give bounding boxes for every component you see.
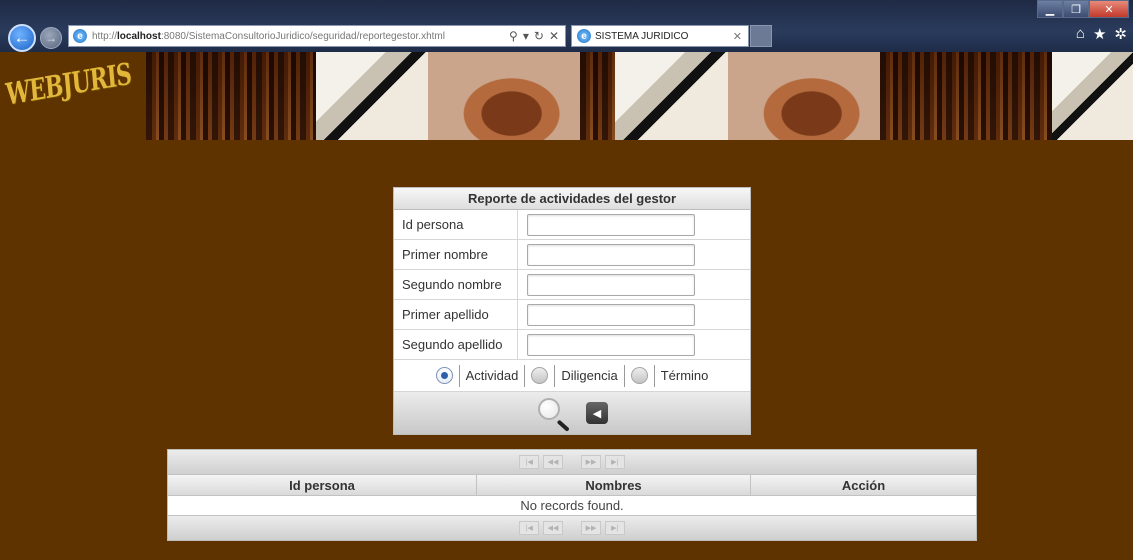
top-paginator: |◀ ◀◀ ▶▶ ▶| — [168, 450, 976, 474]
last-page-button[interactable]: ▶| — [605, 521, 625, 535]
tab-title: SISTEMA JURIDICO — [595, 30, 689, 42]
banner-image-pen — [615, 52, 728, 140]
last-page-button[interactable]: ▶| — [605, 455, 625, 469]
first-page-button[interactable]: |◀ — [519, 455, 539, 469]
form-row: Segundo nombre — [394, 270, 750, 300]
radio-label-termino: Término — [660, 368, 709, 383]
form-actions: ◀ — [394, 392, 750, 434]
banner-image-books — [146, 52, 316, 140]
favorites-star-icon[interactable]: ★ — [1093, 25, 1106, 43]
next-page-button[interactable]: ▶▶ — [581, 521, 601, 535]
minimize-icon[interactable]: ▁ — [1037, 0, 1063, 18]
ie-tab-icon: e — [577, 29, 591, 43]
id-persona-input[interactable] — [527, 213, 695, 236]
column-header-nombres[interactable]: Nombres — [477, 475, 751, 495]
tools-gear-icon[interactable]: ✲ — [1114, 25, 1127, 43]
magnifier-icon — [538, 398, 560, 420]
next-page-button[interactable]: ▶▶ — [581, 455, 601, 469]
close-window-icon[interactable]: ✕ — [1089, 0, 1129, 18]
field-label: Primer apellido — [394, 300, 518, 329]
table-header: Id persona Nombres Acción — [168, 474, 976, 496]
primer-nombre-input[interactable] — [527, 243, 695, 266]
empty-message: No records found. — [168, 496, 976, 516]
field-label: Primer nombre — [394, 240, 518, 269]
form-row: Id persona — [394, 210, 750, 240]
field-label: Segundo apellido — [394, 330, 518, 359]
banner-image-gavel — [728, 52, 880, 140]
window-controls: ▁ ❐ ✕ — [1037, 0, 1129, 20]
first-page-button[interactable]: |◀ — [519, 521, 539, 535]
results-datatable: |◀ ◀◀ ▶▶ ▶| Id persona Nombres Acción No… — [167, 449, 977, 541]
primer-apellido-input[interactable] — [527, 303, 695, 326]
restore-icon[interactable]: ❐ — [1063, 0, 1089, 18]
segundo-nombre-input[interactable] — [527, 273, 695, 296]
radio-actividad[interactable] — [435, 367, 453, 384]
browser-chrome: ▁ ❐ ✕ ← → e http://localhost:8080/Sistem… — [0, 0, 1133, 52]
radio-diligencia[interactable] — [531, 367, 549, 384]
prev-page-button[interactable]: ◀◀ — [543, 521, 563, 535]
panel-title: Reporte de actividades del gestor — [394, 188, 750, 210]
home-icon[interactable]: ⌂ — [1076, 25, 1085, 43]
back-arrow-icon[interactable]: ← — [8, 24, 36, 52]
banner-image-gavel — [428, 52, 580, 140]
banner-image-books — [580, 52, 615, 140]
bottom-paginator: |◀ ◀◀ ▶▶ ▶| — [168, 516, 976, 540]
form-row: Primer apellido — [394, 300, 750, 330]
form-row: Primer nombre — [394, 240, 750, 270]
prev-page-button[interactable]: ◀◀ — [543, 455, 563, 469]
stop-icon[interactable]: ✕ — [549, 29, 559, 43]
radio-label-diligencia: Diligencia — [561, 368, 618, 383]
field-label: Id persona — [394, 210, 518, 239]
radio-termino[interactable] — [630, 367, 648, 384]
back-button[interactable]: ◀ — [586, 402, 608, 424]
search-icon[interactable]: ⚲ — [509, 29, 518, 43]
banner-image-pen — [1052, 52, 1133, 140]
column-header-id-persona[interactable]: Id persona — [168, 475, 477, 495]
browser-tab[interactable]: e SISTEMA JURIDICO ✕ — [571, 25, 749, 47]
url-text: http://localhost:8080/SistemaConsultorio… — [92, 30, 445, 42]
ie-page-icon: e — [73, 29, 87, 43]
report-form-panel: Reporte de actividades del gestor Id per… — [393, 187, 751, 435]
field-label: Segundo nombre — [394, 270, 518, 299]
column-header-accion[interactable]: Acción — [751, 475, 976, 495]
header-banner — [146, 52, 1133, 140]
site-logo: WEBJURIS — [4, 56, 133, 113]
radio-label-actividad: Actividad — [465, 368, 519, 383]
banner-image-pen — [316, 52, 428, 140]
activity-type-radio-group: Actividad Diligencia Término — [394, 360, 750, 392]
segundo-apellido-input[interactable] — [527, 333, 695, 356]
search-button[interactable] — [536, 396, 572, 432]
forward-arrow-icon[interactable]: → — [40, 27, 62, 49]
new-tab-button[interactable] — [750, 25, 772, 47]
form-row: Segundo apellido — [394, 330, 750, 360]
refresh-icon[interactable]: ↻ — [534, 29, 544, 43]
tab-close-icon[interactable]: ✕ — [733, 30, 742, 43]
banner-image-books — [880, 52, 1052, 140]
compatibility-icon[interactable]: ▾ — [523, 29, 529, 43]
address-bar[interactable]: e http://localhost:8080/SistemaConsultor… — [68, 25, 566, 47]
